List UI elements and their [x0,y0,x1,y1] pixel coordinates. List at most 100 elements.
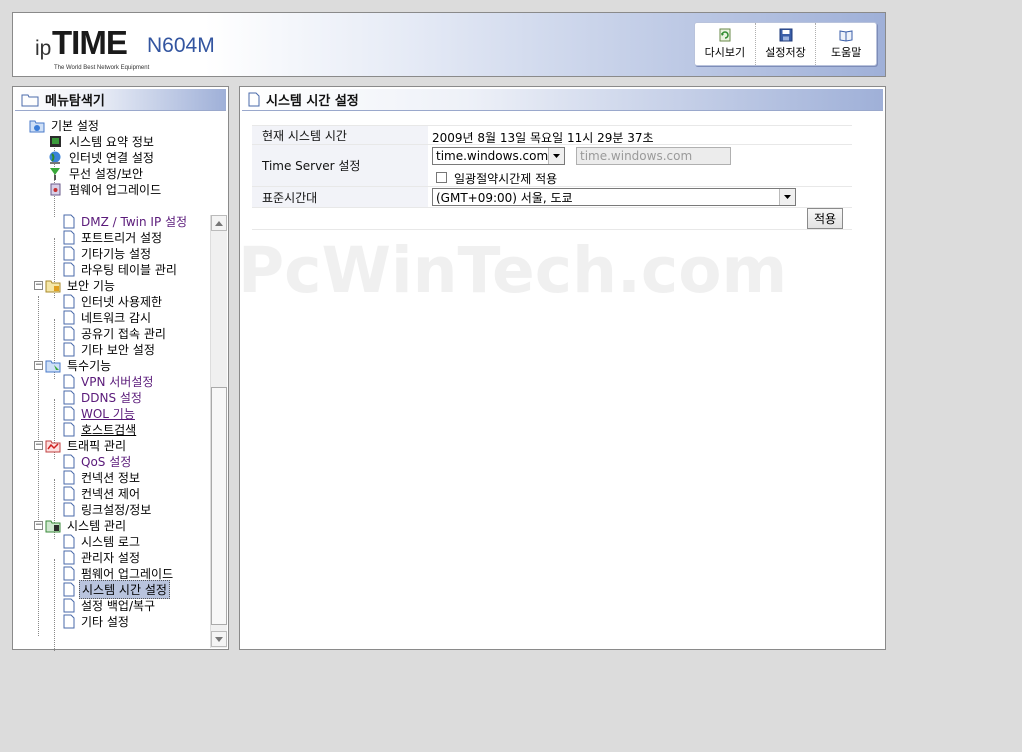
time-server-select[interactable]: time.windows.com [432,147,565,165]
tree-item-wireless-security[interactable]: 무선 설정/보안 [47,165,145,181]
tree-item-dmz-twin-ip[interactable]: DMZ / Twin IP 설정 [63,213,189,229]
tree-group-security[interactable]: 보안 기능 [45,277,117,293]
tree-item-connection-control[interactable]: 컨넥션 제어 [63,485,142,501]
save-settings-button[interactable]: 설정저장 [756,23,817,65]
scroll-thumb[interactable] [211,387,227,625]
time-server-input[interactable]: time.windows.com [576,147,731,165]
current-time-value-cell: 2009년 8월 13일 목요일 11시 29분 37초 [432,126,852,145]
page-icon [63,246,75,260]
scroll-down-button[interactable] [211,631,227,647]
firmware-chip-icon [50,183,61,195]
tree-item-system-summary[interactable]: 시스템 요약 정보 [47,133,156,149]
tree-item-label: 네트워크 감시 [81,310,152,325]
page-icon [63,342,75,356]
page-icon [63,390,75,404]
collapse-toggle[interactable]: − [34,361,43,370]
tree-line [54,559,55,651]
wireless-antenna-icon [50,167,60,180]
content-panel: 시스템 시간 설정 현재 시스템 시간 2009년 8월 13일 목요일 11시… [239,86,886,650]
page-icon [63,214,75,228]
traffic-folder-icon [45,440,61,452]
tree-item-label: 기타 보안 설정 [81,342,155,357]
menu-explorer-panel: 메뉴탐색기 기본 설정 시스템 요약 정보 인터넷 연결 설정 무선 설정/보안 [12,86,229,651]
tree-item-misc-security[interactable]: 기타 보안 설정 [63,341,157,357]
collapse-toggle[interactable]: − [34,441,43,450]
dst-label: 일광절약시간제 적용 [454,172,558,186]
timezone-label: 표준시간대 [252,187,428,207]
globe-icon [49,151,61,164]
tree-item-internet-restriction[interactable]: 인터넷 사용제한 [63,293,164,309]
collapse-toggle[interactable]: − [34,521,43,530]
current-time-value: 2009년 8월 13일 목요일 11시 29분 37초 [432,131,654,145]
globe-folder-icon [29,120,45,132]
tree-item-label: 인터넷 연결 설정 [69,150,154,165]
tree-item-label: 포트트리거 설정 [81,230,163,245]
scroll-up-button[interactable] [211,215,227,231]
tree-item-firmware-upgrade-basic[interactable]: 펌웨어 업그레이드 [47,181,163,197]
triangle-down-icon [215,636,223,642]
tree-item-label: 시스템 요약 정보 [69,134,154,149]
dst-checkbox[interactable] [436,172,447,183]
tree-item-label: 링크설정/정보 [81,502,152,517]
logo-model: N604M [147,34,215,57]
save-button-label: 설정저장 [765,46,806,59]
tree-item-label: VPN 서버설정 [81,374,154,389]
tree-item-system-time[interactable]: 시스템 시간 설정 [63,579,170,599]
help-button[interactable]: 도움말 [816,23,876,65]
timezone-value-cell: (GMT+09:00) 서울, 도쿄 [432,187,852,207]
page-icon [63,422,75,436]
tree-group-basic-settings[interactable]: 기본 설정 [29,117,101,133]
tree-scrollbar[interactable] [210,215,227,648]
tree-item-label: 기타 설정 [81,614,129,629]
tree-item-backup-restore[interactable]: 설정 백업/복구 [63,597,157,613]
tree-item-vpn-server[interactable]: VPN 서버설정 [63,373,155,389]
page-icon [63,614,75,628]
tree-group-system[interactable]: 시스템 관리 [45,517,128,533]
tree-item-label: 시스템 로그 [81,534,141,549]
time-server-row: Time Server 설정 time.windows.com time.win… [252,145,852,187]
refresh-button-label: 다시보기 [704,46,746,59]
page-icon [63,550,75,564]
logo-time: TIME [52,24,128,61]
refresh-button[interactable]: 다시보기 [695,23,756,65]
top-button-group: 다시보기 설정저장 도움말 [694,22,877,66]
tree-item-label: WOL 기능 [81,406,135,421]
tree-item-network-monitor[interactable]: 네트워크 감시 [63,309,153,325]
tree-item-system-log[interactable]: 시스템 로그 [63,533,142,549]
tree-item-label: 컨넥션 제어 [81,486,141,501]
tree-item-misc-settings[interactable]: 기타 설정 [63,613,131,629]
time-server-label: Time Server 설정 [252,145,428,186]
tree-item-internet-connection[interactable]: 인터넷 연결 설정 [47,149,156,165]
tree-item-misc-functions[interactable]: 기타기능 설정 [63,245,153,261]
tree-item-routing-table[interactable]: 라우팅 테이블 관리 [63,261,179,277]
page-icon [63,534,75,548]
special-folder-icon [45,360,61,372]
tree-item-connection-info[interactable]: 컨넥션 정보 [63,469,142,485]
apply-button[interactable]: 적용 [807,208,843,229]
timezone-select[interactable]: (GMT+09:00) 서울, 도쿄 [432,188,796,206]
tree-item-qos[interactable]: QoS 설정 [63,453,133,469]
help-button-label: 도움말 [830,46,862,59]
menu-explorer-title-text: 메뉴탐색기 [45,94,105,109]
menu-explorer-title: 메뉴탐색기 [15,89,226,111]
tree-item-label: 기타기능 설정 [81,246,152,261]
tree-item-label: 설정 백업/복구 [81,598,156,613]
tree-item-host-search[interactable]: 호스트검색 [63,421,138,437]
tree-group-special[interactable]: 특수기능 [45,357,113,373]
current-time-row: 현재 시스템 시간 2009년 8월 13일 목요일 11시 29분 37초 [252,125,852,145]
tree-item-wol[interactable]: WOL 기능 [63,405,137,421]
tree-item-port-trigger[interactable]: 포트트리거 설정 [63,229,164,245]
collapse-toggle[interactable]: − [34,281,43,290]
tree-item-admin-settings[interactable]: 관리자 설정 [63,549,142,565]
tree-item-router-access[interactable]: 공유기 접속 관리 [63,325,168,341]
form-divider [252,229,852,230]
tree-item-label: 컨넥션 정보 [81,470,141,485]
timezone-select-value: (GMT+09:00) 서울, 도쿄 [436,190,573,205]
page-icon [63,262,75,276]
tree-group-traffic[interactable]: 트래픽 관리 [45,437,128,453]
tree-item-label: 무선 설정/보안 [69,166,144,181]
tree-item-ddns[interactable]: DDNS 설정 [63,389,144,405]
page-icon [63,502,75,516]
tree-item-link-settings[interactable]: 링크설정/정보 [63,501,153,517]
tree-item-label: 라우팅 테이블 관리 [81,262,177,277]
